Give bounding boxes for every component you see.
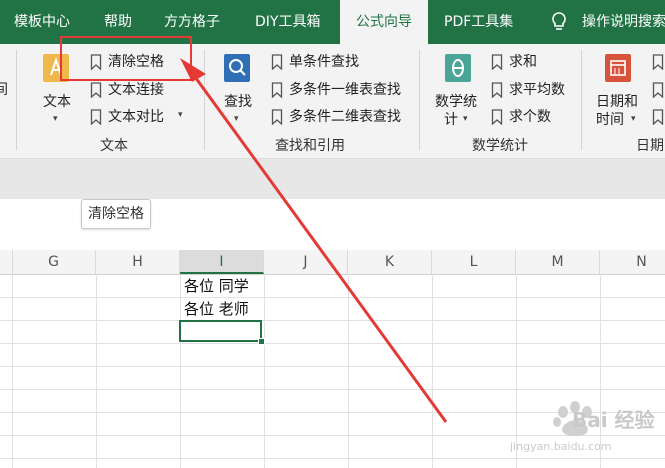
group-label-math: 数学统计	[472, 138, 528, 154]
tab-formula-wizard[interactable]: 公式向导	[340, 0, 428, 44]
group-separator	[581, 50, 582, 150]
text-button-label[interactable]: 文本	[43, 92, 71, 112]
average-button[interactable]: 求平均数	[509, 80, 565, 100]
column-header-m[interactable]: M	[516, 250, 600, 274]
chevron-down-icon[interactable]: ▾	[234, 114, 239, 124]
chevron-down-icon[interactable]: ▾	[631, 114, 636, 124]
bookmark-icon	[652, 54, 664, 70]
chevron-down-icon[interactable]: ▾	[53, 114, 58, 124]
cell-i1[interactable]: 各位 同学	[184, 275, 249, 297]
bookmark-icon	[271, 54, 283, 70]
bookmark-icon	[491, 54, 503, 70]
tab-pdf-tools[interactable]: PDF工具集	[444, 0, 513, 44]
multi-condition-2d-lookup-button[interactable]: 多条件二维表查找	[289, 107, 401, 127]
chevron-down-icon[interactable]: ▾	[178, 110, 183, 120]
gridline	[0, 297, 665, 298]
sum-button[interactable]: 求和	[509, 52, 537, 72]
date-button-label-line2[interactable]: 时间	[596, 110, 624, 130]
bookmark-icon	[271, 109, 283, 125]
gridline	[264, 274, 265, 468]
cell-i2[interactable]: 各位 老师	[184, 298, 249, 320]
gridline	[180, 274, 181, 468]
bookmark-icon	[90, 109, 102, 125]
text-join-button[interactable]: 文本连接	[108, 80, 164, 100]
gridline	[0, 389, 665, 390]
column-header-k[interactable]: K	[348, 250, 432, 274]
bookmark-icon	[90, 82, 102, 98]
math-button-label-line2[interactable]: 计	[444, 110, 458, 130]
column-header-g[interactable]: G	[12, 250, 96, 274]
theta-icon[interactable]	[443, 52, 473, 84]
text-compare-button[interactable]: 文本对比	[108, 107, 164, 127]
formula-bar-area	[0, 159, 665, 199]
bookmark-icon	[491, 82, 503, 98]
bookmark-icon	[271, 82, 283, 98]
gridline	[0, 366, 665, 367]
single-condition-lookup-button[interactable]: 单条件查找	[289, 52, 359, 72]
chevron-down-icon[interactable]: ▾	[463, 114, 468, 124]
active-cell-i3[interactable]	[179, 320, 262, 342]
tooltip: 清除空格	[81, 199, 151, 229]
column-header-l[interactable]: L	[432, 250, 516, 274]
group-separator	[204, 50, 205, 150]
math-button-label-line1[interactable]: 数学统	[435, 92, 477, 112]
gridline	[0, 320, 665, 321]
gridline	[432, 274, 433, 468]
gridline	[0, 343, 665, 344]
lightbulb-icon[interactable]	[549, 11, 569, 33]
fill-handle[interactable]	[258, 338, 265, 345]
tab-tell-me-search[interactable]: 操作说明搜索	[582, 0, 665, 44]
watermark-url: jingyan.baidu.com	[510, 440, 612, 453]
bookmark-icon	[652, 82, 664, 98]
search-icon[interactable]	[222, 52, 252, 84]
column-header-i[interactable]: I	[180, 250, 264, 274]
ribbon-cut-label: 间	[0, 82, 8, 98]
gridline	[96, 274, 97, 468]
multi-condition-1d-lookup-button[interactable]: 多条件一维表查找	[289, 80, 401, 100]
count-button[interactable]: 求个数	[509, 107, 551, 127]
group-separator	[419, 50, 420, 150]
group-label-date: 日期	[636, 138, 664, 154]
column-header-n[interactable]: N	[600, 250, 665, 274]
column-header-j[interactable]: J	[264, 250, 348, 274]
column-header-row: G H I J K L M N	[0, 250, 665, 275]
bookmark-icon	[652, 109, 664, 125]
tab-diy-toolbox[interactable]: DIY工具箱	[255, 0, 320, 44]
column-header-h[interactable]: H	[96, 250, 180, 274]
calendar-icon[interactable]	[603, 52, 633, 84]
bookmark-icon	[491, 109, 503, 125]
lookup-button-label[interactable]: 查找	[224, 92, 252, 112]
gridline	[348, 274, 349, 468]
group-separator	[16, 50, 17, 150]
group-label-lookup: 查找和引用	[275, 138, 345, 154]
highlight-box	[60, 36, 192, 81]
date-button-label-line1[interactable]: 日期和	[596, 92, 638, 112]
gridline	[12, 274, 13, 468]
group-label-text: 文本	[100, 138, 128, 154]
watermark-brand: Bai 经验	[572, 408, 655, 432]
